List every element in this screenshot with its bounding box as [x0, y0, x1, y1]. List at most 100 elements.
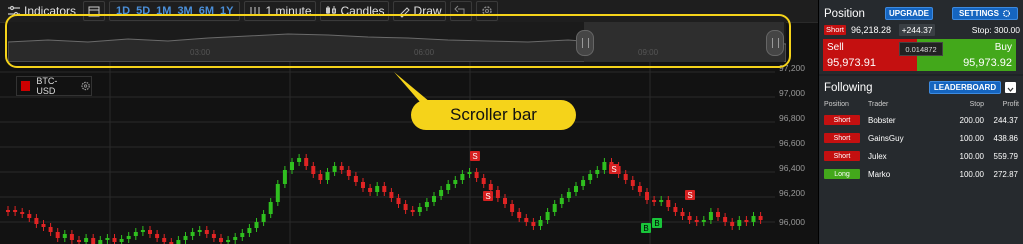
- table-row[interactable]: Short GainsGuy 100.00 438.86: [823, 129, 1020, 147]
- symbol-selector[interactable]: BTC-USD: [16, 76, 92, 96]
- settings-button[interactable]: SETTINGS: [952, 7, 1018, 20]
- candle-body: [119, 239, 124, 242]
- candle-body: [190, 232, 195, 236]
- candle-body: [538, 220, 543, 226]
- candle-body: [183, 236, 188, 240]
- candle-body: [652, 200, 657, 202]
- candle-body: [140, 230, 145, 232]
- candle-body: [403, 204, 408, 210]
- column-header: Profit: [1002, 100, 1019, 108]
- candle-body: [41, 224, 46, 227]
- settings-label: SETTINGS: [958, 9, 999, 18]
- candle-body: [346, 170, 351, 176]
- table-row[interactable]: Short Julex 100.00 559.79: [823, 147, 1020, 165]
- stop-value: 100.00: [959, 151, 984, 161]
- candle-body: [630, 180, 635, 186]
- candle-body: [254, 222, 259, 228]
- candle-body: [517, 212, 522, 218]
- candle-body: [261, 214, 266, 222]
- position-badge: Short: [824, 133, 860, 144]
- candle-body: [453, 180, 458, 184]
- profit-value: 272.87: [993, 169, 1018, 179]
- candle-body: [510, 204, 515, 212]
- trader-name: GainsGuy: [868, 133, 904, 143]
- candle-body: [148, 230, 152, 234]
- candle-body: [282, 170, 287, 184]
- candle-body: [481, 178, 486, 184]
- candle-body: [233, 237, 238, 240]
- leaderboard-button[interactable]: LEADERBOARD: [929, 81, 1001, 94]
- candle-body: [495, 190, 500, 198]
- candle-body: [581, 180, 586, 186]
- sell-label: Sell: [827, 42, 844, 53]
- candle-body: [268, 202, 273, 214]
- candlestick-chart[interactable]: S S S S BB: [0, 62, 775, 244]
- trade-marker-label: B: [654, 219, 659, 228]
- position-row: Short 96,218.28 +244.37 Stop: 300.00: [824, 23, 1020, 36]
- trader-name: Julex: [868, 151, 887, 161]
- candle-body: [723, 217, 728, 222]
- candle-body: [417, 207, 422, 212]
- position-badge: Short: [824, 115, 860, 126]
- candle-body: [559, 198, 564, 204]
- gear-icon[interactable]: [80, 80, 91, 92]
- trade-marker-label: S: [485, 192, 490, 201]
- candle-body: [77, 240, 81, 242]
- candle-body: [27, 214, 32, 218]
- candle-body: [62, 234, 67, 238]
- candle-body: [155, 234, 160, 238]
- profit-value: 438.86: [993, 133, 1018, 143]
- candle-body: [247, 228, 252, 233]
- candle-body: [311, 166, 316, 174]
- trade-marker-label: S: [611, 165, 616, 174]
- chart-grid: [0, 62, 775, 244]
- profit-value: 559.79: [993, 151, 1018, 161]
- table-row[interactable]: Short Bobster 200.00 244.37: [823, 111, 1020, 129]
- candle-body: [566, 192, 571, 198]
- candle-body: [332, 166, 337, 172]
- candle-body: [744, 220, 749, 222]
- candle-body: [460, 174, 465, 180]
- candle-body: [666, 200, 671, 207]
- candle-body: [55, 232, 60, 238]
- table-header: Position Trader Stop Profit: [823, 97, 1020, 111]
- candle-body: [6, 210, 10, 212]
- table-row[interactable]: Long Marko 100.00 272.87: [823, 165, 1020, 183]
- upgrade-button[interactable]: UPGRADE: [885, 7, 933, 20]
- candle-body: [659, 200, 664, 202]
- candle-body: [637, 186, 642, 192]
- candle-body: [133, 232, 138, 236]
- candle-body: [91, 238, 96, 244]
- stop-value: 100.00: [959, 133, 984, 143]
- candle-body: [531, 222, 536, 226]
- candle-body: [623, 174, 628, 180]
- trade-marker-label: S: [687, 191, 692, 200]
- symbol-name: BTC-USD: [36, 76, 58, 96]
- candle-body: [361, 182, 365, 188]
- position-section: Position UPGRADE SETTINGS Short 96,218.2…: [819, 0, 1023, 74]
- profit-value: 244.37: [993, 115, 1018, 125]
- candle-body: [439, 190, 444, 196]
- sell-price: 95,973.91: [827, 57, 876, 69]
- price-tick: 96,600: [779, 138, 805, 148]
- candle-body: [645, 192, 649, 200]
- candle-body: [503, 198, 507, 204]
- position-title: Position: [824, 8, 865, 20]
- candle-body: [318, 174, 323, 180]
- column-header: Position: [824, 100, 849, 108]
- buy-label: Buy: [994, 42, 1012, 53]
- stop-label: Stop: 300.00: [971, 24, 1020, 35]
- more-icon[interactable]: [1005, 82, 1016, 93]
- candle-body: [197, 230, 202, 232]
- column-header: Stop: [969, 100, 984, 108]
- candle-body: [275, 184, 280, 202]
- candle-body: [112, 238, 117, 242]
- candle-body: [375, 186, 380, 192]
- candle-body: [552, 204, 557, 212]
- stop-value: 200.00: [959, 115, 984, 125]
- candle-body: [737, 220, 742, 226]
- candle-body: [48, 227, 53, 232]
- chart-area[interactable]: S S S S BB 97,200 97,000 96,800 96,600 96,40…: [0, 0, 818, 244]
- stop-value: 100.00: [959, 169, 984, 179]
- candle-body: [545, 212, 550, 220]
